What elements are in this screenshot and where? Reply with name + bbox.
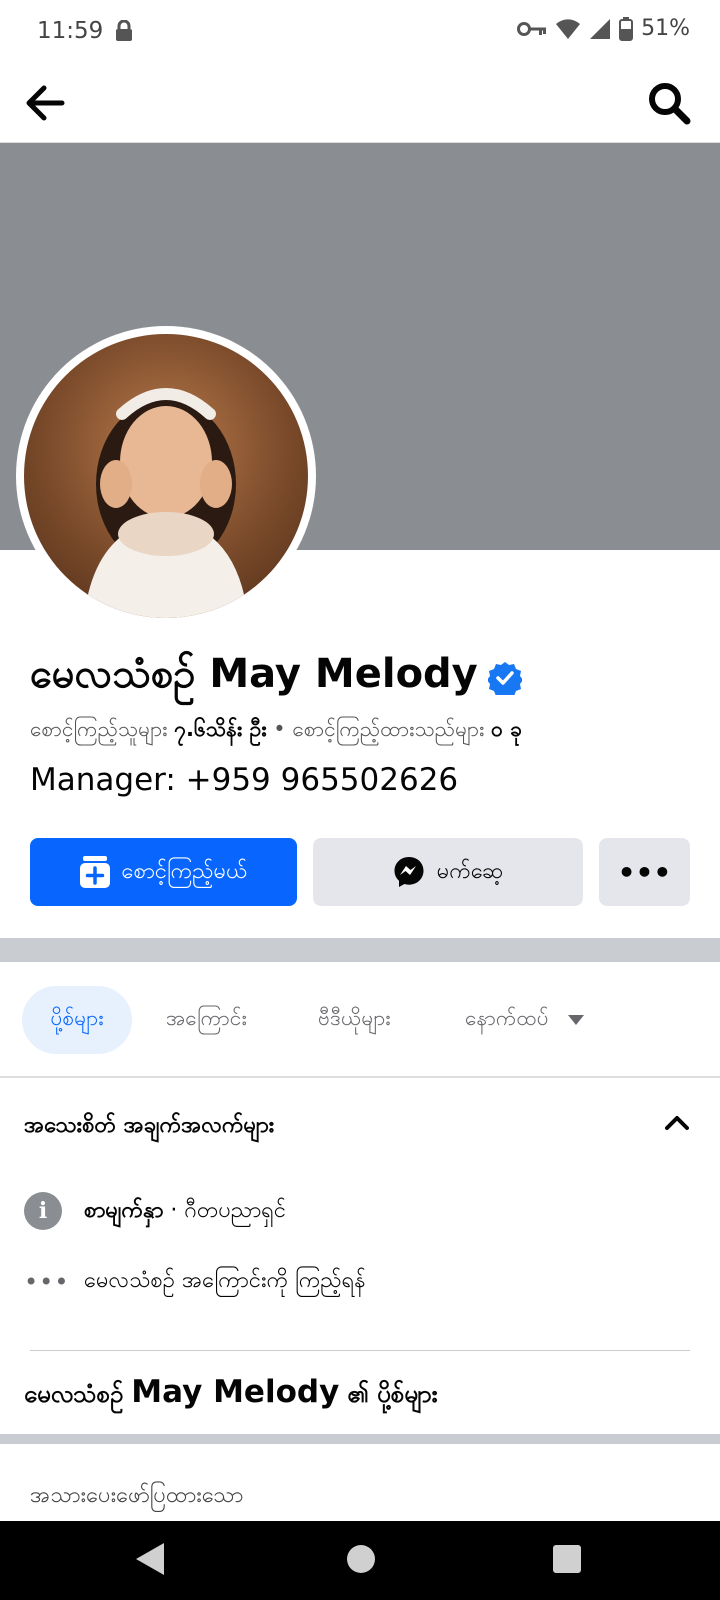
more-dots-icon: •••	[24, 1267, 70, 1296]
message-button[interactable]: မက်ဆေ့	[313, 838, 583, 906]
tab-videos[interactable]: ဗီဒီယိုများ	[318, 986, 391, 1054]
profile-tabs: ပို့စ်များ အကြောင်း ဗီဒီယိုများ နောက်ထပ်	[0, 962, 720, 1078]
tab-more[interactable]: နောက်ထပ်	[465, 986, 585, 1054]
lock-icon	[116, 20, 132, 41]
search-icon[interactable]	[646, 80, 692, 126]
following-count: ၀ ခု	[491, 717, 522, 741]
category-value: · ဂီတပညာရှင်	[170, 1197, 287, 1223]
message-button-label: မက်ဆေ့	[436, 858, 504, 884]
status-time: 11:59	[37, 18, 104, 44]
section-separator	[0, 938, 720, 962]
profile-photo	[24, 334, 308, 618]
divider	[30, 1350, 690, 1351]
status-bar: 11:59 51%	[0, 0, 720, 62]
nav-back-icon[interactable]	[134, 1541, 166, 1577]
posts-title-suffix: ၏ ပို့စ်များ	[347, 1380, 438, 1408]
system-nav-bar	[0, 1521, 720, 1600]
caret-down-icon	[567, 1015, 584, 1025]
followers-label: စောင့်ကြည့်သူများ	[30, 717, 168, 741]
status-icons: 51%	[517, 16, 690, 41]
battery-icon	[619, 16, 634, 41]
top-bar	[0, 62, 720, 144]
profile-name-row: မေလသံစဉ် May Melody	[30, 648, 522, 707]
category-row: i စာမျက်နှာ · ဂီတပညာရှင်	[24, 1192, 286, 1230]
nav-recents-icon[interactable]	[553, 1545, 581, 1573]
tab-more-label: နောက်ထပ်	[465, 1005, 549, 1030]
followers-count: ၇.၆သိန်း ဦး	[174, 717, 267, 741]
see-about-row[interactable]: ••• မေလသံစဉ် အကြောင်းကို ကြည့်ရန်	[24, 1265, 366, 1298]
posts-section-title: မေလသံစဉ် May Melody ၏ ပို့စ်များ	[24, 1374, 438, 1414]
bio-text: Manager: +959 965502626	[30, 762, 459, 798]
tab-about[interactable]: အကြောင်း	[166, 986, 247, 1054]
verified-badge-icon	[487, 661, 522, 695]
avatar[interactable]	[16, 326, 316, 626]
messenger-icon	[394, 857, 424, 887]
chevron-up-icon[interactable]	[664, 1110, 690, 1136]
details-title: အသေးစိတ် အချက်အလက်များ	[24, 1113, 275, 1138]
info-icon: i	[24, 1192, 62, 1230]
posts-title-name: May Melody	[131, 1374, 340, 1410]
more-options-button[interactable]: •••	[599, 838, 690, 906]
follow-icon	[79, 856, 110, 888]
stats-separator: •	[273, 717, 293, 741]
wifi-icon	[556, 18, 581, 39]
back-arrow-icon[interactable]	[22, 80, 68, 126]
category-label: စာမျက်နှာ	[84, 1197, 164, 1223]
follow-button-label: စောင့်ကြည့်မယ်	[121, 858, 248, 884]
signal-icon	[590, 18, 611, 39]
tab-posts[interactable]: ပို့စ်များ	[22, 986, 132, 1054]
follow-button[interactable]: စောင့်ကြည့်မယ်	[30, 838, 297, 906]
see-about-link[interactable]: မေလသံစဉ် အကြောင်းကို ကြည့်ရန်	[84, 1265, 366, 1298]
battery-percent: 51%	[641, 16, 690, 41]
posts-title-prefix: မေလသံစဉ်	[24, 1380, 124, 1408]
following-label: စောင့်ကြည့်ထားသည်များ	[292, 717, 485, 741]
follow-stats[interactable]: စောင့်ကြည့်သူများ ၇.၆သိန်း ဦး • စောင့်ကြ…	[30, 716, 522, 747]
profile-name: မေလသံစဉ် May Melody	[30, 651, 478, 697]
vpn-key-icon	[517, 21, 547, 36]
nav-home-icon[interactable]	[347, 1545, 375, 1573]
pinned-label: အသားပေးဖော်ပြထားသော	[30, 1483, 244, 1508]
section-separator	[0, 1434, 720, 1444]
